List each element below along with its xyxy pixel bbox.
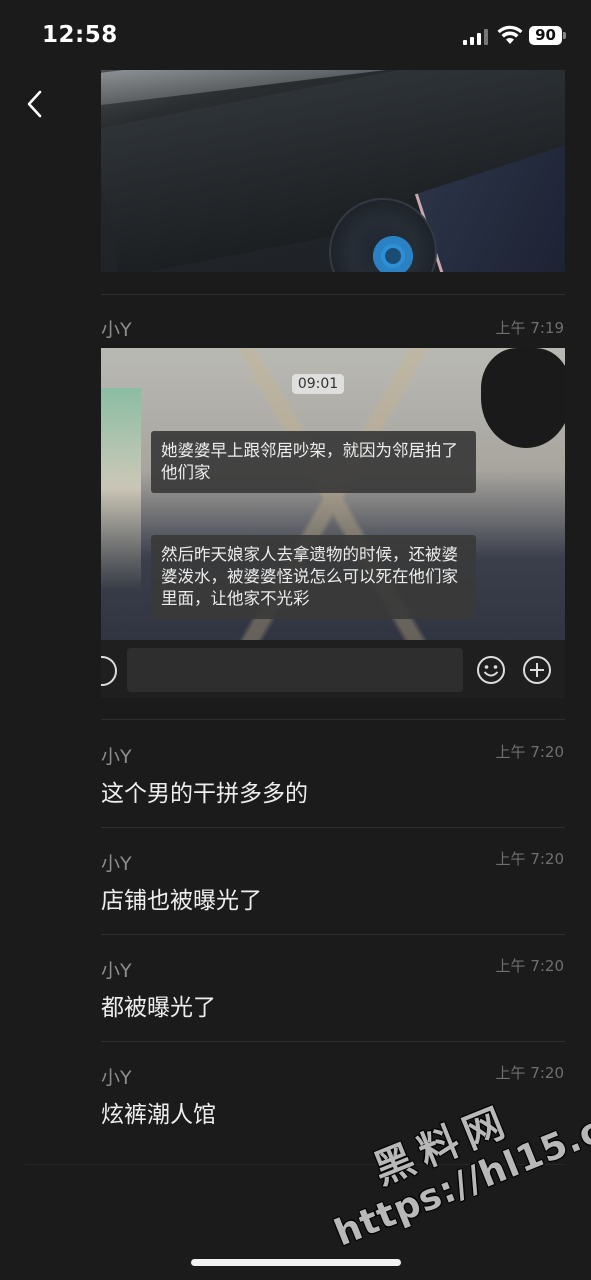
- wifi-icon: [497, 25, 523, 44]
- watermark: 黑料网 https://hl15.co: [290, 1011, 591, 1254]
- sender-name: 小Y: [101, 960, 132, 982]
- sender-name: 小Y: [101, 319, 132, 341]
- divider: [101, 719, 565, 720]
- photo-blur: [101, 388, 141, 588]
- message-time: 上午 7:19: [495, 319, 564, 337]
- sender-name: 小Y: [101, 1067, 132, 1089]
- sender-name: 小Y: [101, 853, 132, 875]
- message-time: 上午 7:20: [495, 957, 564, 975]
- chat-image-photo[interactable]: [101, 70, 565, 272]
- screenshot-message-bubble: 然后昨天娘家人去拿遗物的时候，还被婆婆泼水，被婆婆怪说怎么可以死在他们家里面，让…: [151, 535, 476, 619]
- status-bar: 12:58 90: [0, 0, 591, 70]
- cellular-signal-icon: [463, 29, 489, 45]
- message-time: 上午 7:20: [495, 743, 564, 761]
- plus-icon: [523, 656, 551, 684]
- message-text[interactable]: 都被曝光了: [101, 988, 216, 1022]
- battery-tip: [563, 32, 566, 39]
- divider: [101, 294, 565, 295]
- screenshot-timestamp: 09:01: [292, 374, 344, 394]
- message-text[interactable]: 店铺也被曝光了: [101, 881, 262, 915]
- sender-name: 小Y: [101, 746, 132, 768]
- battery-level: 90: [529, 26, 562, 45]
- status-time: 12:58: [42, 22, 118, 48]
- photo-bottle-cap: [373, 236, 413, 272]
- divider: [101, 934, 565, 935]
- emoji-icon: [477, 656, 505, 684]
- screenshot-message-bubble: 她婆婆早上跟邻居吵架，就因为邻居拍了他们家: [151, 431, 476, 493]
- message-text[interactable]: 炫裤潮人馆: [101, 1095, 216, 1129]
- divider: [101, 827, 565, 828]
- message-text[interactable]: 这个男的干拼多多的: [101, 774, 308, 808]
- chat-image-screenshot[interactable]: 09:01 她婆婆早上跟邻居吵架，就因为邻居拍了他们家 然后昨天娘家人去拿遗物的…: [101, 348, 565, 698]
- photo-person: [481, 348, 565, 448]
- home-indicator[interactable]: [191, 1259, 401, 1266]
- message-time: 上午 7:20: [495, 850, 564, 868]
- screenshot-input-field: [127, 648, 463, 692]
- chevron-left-icon[interactable]: [18, 82, 54, 126]
